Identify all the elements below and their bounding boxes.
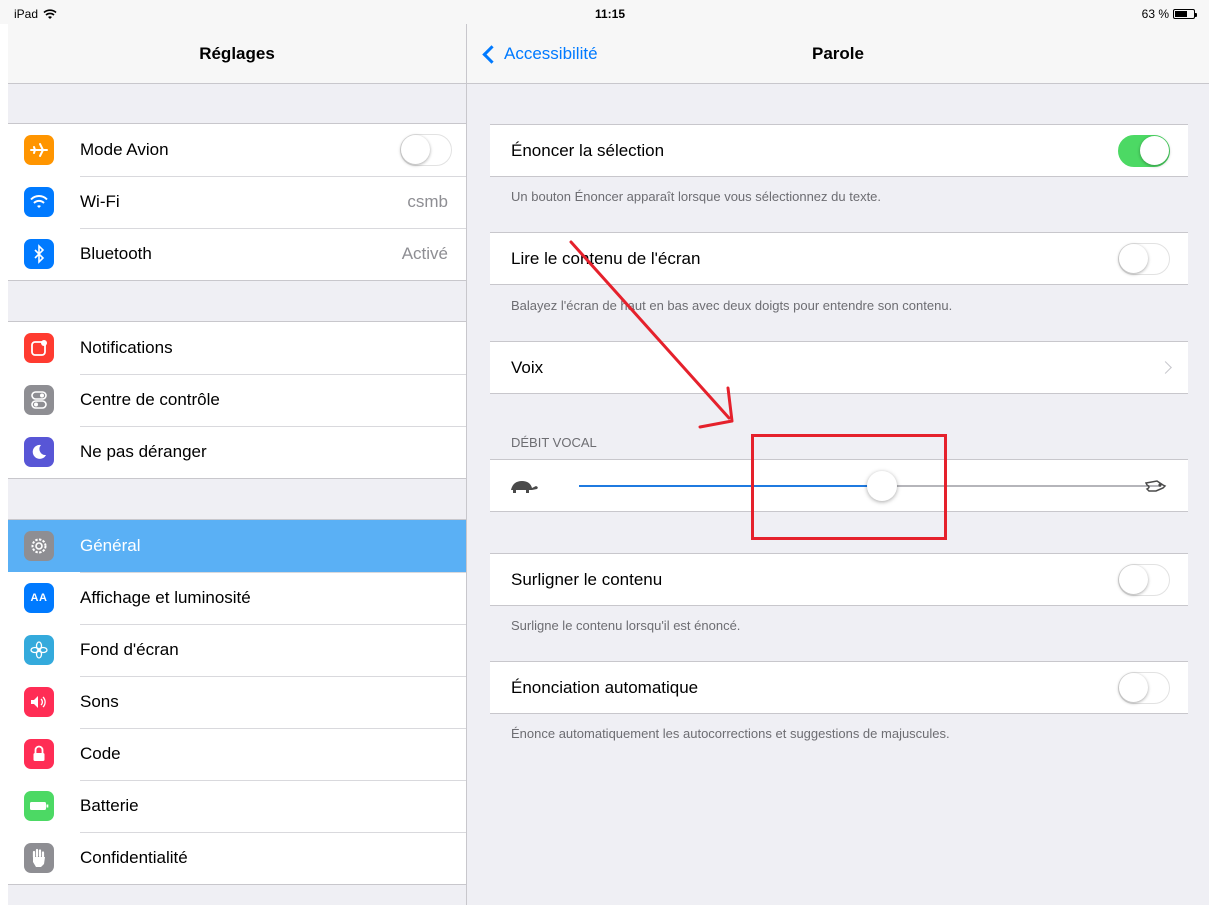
auto-speak-toggle[interactable] <box>1118 671 1170 704</box>
sidebar-item-sounds[interactable]: Sons <box>8 676 466 728</box>
battery-percent: 63 % <box>1141 7 1169 21</box>
annotation-highlight-box <box>751 434 947 540</box>
bluetooth-icon <box>24 239 54 269</box>
highlight-content-footer: Surligne le contenu lorsqu'il est énoncé… <box>511 618 741 633</box>
wifi-icon <box>24 187 54 217</box>
detail-nav-bar: Accessibilité Parole <box>467 24 1209 84</box>
moon-icon <box>24 437 54 467</box>
highlight-content-toggle[interactable] <box>1118 563 1170 596</box>
highlight-content-row: Surligner le contenu <box>490 553 1188 606</box>
wifi-signal-icon <box>43 8 57 19</box>
hare-icon <box>1145 480 1167 492</box>
speak-selection-footer: Un bouton Énoncer apparaît lorsque vous … <box>511 189 882 204</box>
speak-selection-row: Énoncer la sélection <box>490 124 1188 177</box>
speak-selection-toggle[interactable] <box>1118 134 1170 167</box>
sidebar-group-connectivity: Mode Avion Wi-Fi csmb Bluetooth Activé <box>8 123 466 281</box>
sidebar-item-control-center[interactable]: Centre de contrôle <box>8 374 466 426</box>
speak-selection-label: Énoncer la sélection <box>511 140 665 160</box>
page-title: Parole <box>812 44 864 63</box>
speak-screen-label: Lire le contenu de l'écran <box>511 248 701 268</box>
lock-icon <box>24 739 54 769</box>
sidebar-item-wallpaper[interactable]: Fond d'écran <box>8 624 466 676</box>
sidebar-group-general: Général AA Affichage et luminosité Fond … <box>8 519 466 885</box>
settings-sidebar: Réglages Mode Avion Wi-Fi csmb Bluetooth… <box>8 24 467 905</box>
bluetooth-status-value: Activé <box>401 244 448 263</box>
sidebar-item-label: Confidentialité <box>80 848 466 868</box>
control-center-icon <box>24 385 54 415</box>
sidebar-item-label: Fond d'écran <box>80 640 466 660</box>
sidebar-item-label: Centre de contrôle <box>80 390 466 410</box>
sidebar-title: Réglages <box>199 43 275 63</box>
wallpaper-icon <box>24 635 54 665</box>
highlight-content-label: Surligner le contenu <box>511 569 663 589</box>
status-right: 63 % <box>1141 7 1197 21</box>
speaking-rate-header: DÉBIT VOCAL <box>511 435 597 450</box>
sidebar-item-label: Mode Avion <box>80 140 169 159</box>
sidebar-item-label: Notifications <box>80 338 173 357</box>
display-icon: AA <box>24 583 54 613</box>
sidebar-item-bluetooth[interactable]: Bluetooth Activé <box>8 228 466 280</box>
sidebar-item-privacy[interactable]: Confidentialité <box>8 832 466 884</box>
airplane-mode-toggle[interactable] <box>400 134 452 166</box>
sidebar-item-label: Wi-Fi <box>80 192 407 212</box>
sidebar-item-do-not-disturb[interactable]: Ne pas déranger <box>8 426 466 478</box>
speak-screen-row: Lire le contenu de l'écran <box>490 232 1188 285</box>
hand-icon <box>24 843 54 873</box>
device-label: iPad <box>14 7 39 21</box>
auto-speak-row: Énonciation automatique <box>490 661 1188 714</box>
sidebar-item-label: Batterie <box>80 796 466 816</box>
sidebar-item-label: Affichage et luminosité <box>80 588 466 608</box>
sidebar-item-label: Bluetooth <box>80 244 402 264</box>
sidebar-item-label: Ne pas déranger <box>80 442 466 462</box>
sidebar-item-passcode[interactable]: Code <box>8 728 466 780</box>
auto-speak-label: Énonciation automatique <box>511 677 699 697</box>
speak-screen-footer: Balayez l'écran de haut en bas avec deux… <box>511 298 953 313</box>
speak-screen-toggle[interactable] <box>1118 242 1170 275</box>
airplane-icon <box>24 135 54 165</box>
sidebar-item-general[interactable]: Général <box>8 520 466 572</box>
sidebar-item-notifications[interactable]: Notifications <box>8 322 466 374</box>
chevron-right-icon <box>1159 361 1172 374</box>
auto-speak-footer: Énonce automatiquement les autocorrectio… <box>511 726 950 741</box>
voices-label: Voix <box>511 357 544 377</box>
turtle-icon <box>511 481 538 493</box>
sidebar-item-wifi[interactable]: Wi-Fi csmb <box>8 176 466 228</box>
sidebar-group-system: Notifications Centre de contrôle Ne pas … <box>8 321 466 479</box>
speaker-icon <box>24 687 54 717</box>
sidebar-item-airplane-mode[interactable]: Mode Avion <box>8 124 466 176</box>
battery-icon <box>24 791 54 821</box>
notifications-icon <box>24 333 54 363</box>
sidebar-item-label: Général <box>80 536 141 555</box>
sidebar-nav-bar: Réglages <box>8 24 466 84</box>
sidebar-item-battery[interactable]: Batterie <box>8 780 466 832</box>
gear-icon <box>24 531 54 561</box>
sidebar-item-display[interactable]: AA Affichage et luminosité <box>8 572 466 624</box>
status-bar: iPad 11:15 63 % <box>0 0 1209 24</box>
voices-row[interactable]: Voix <box>490 341 1188 394</box>
status-time: 11:15 <box>594 7 626 21</box>
sidebar-item-label: Sons <box>80 692 466 712</box>
status-left: iPad <box>14 7 57 21</box>
wifi-network-value: csmb <box>407 192 448 211</box>
battery-status-icon <box>1173 9 1197 19</box>
sidebar-item-label: Code <box>80 744 466 764</box>
